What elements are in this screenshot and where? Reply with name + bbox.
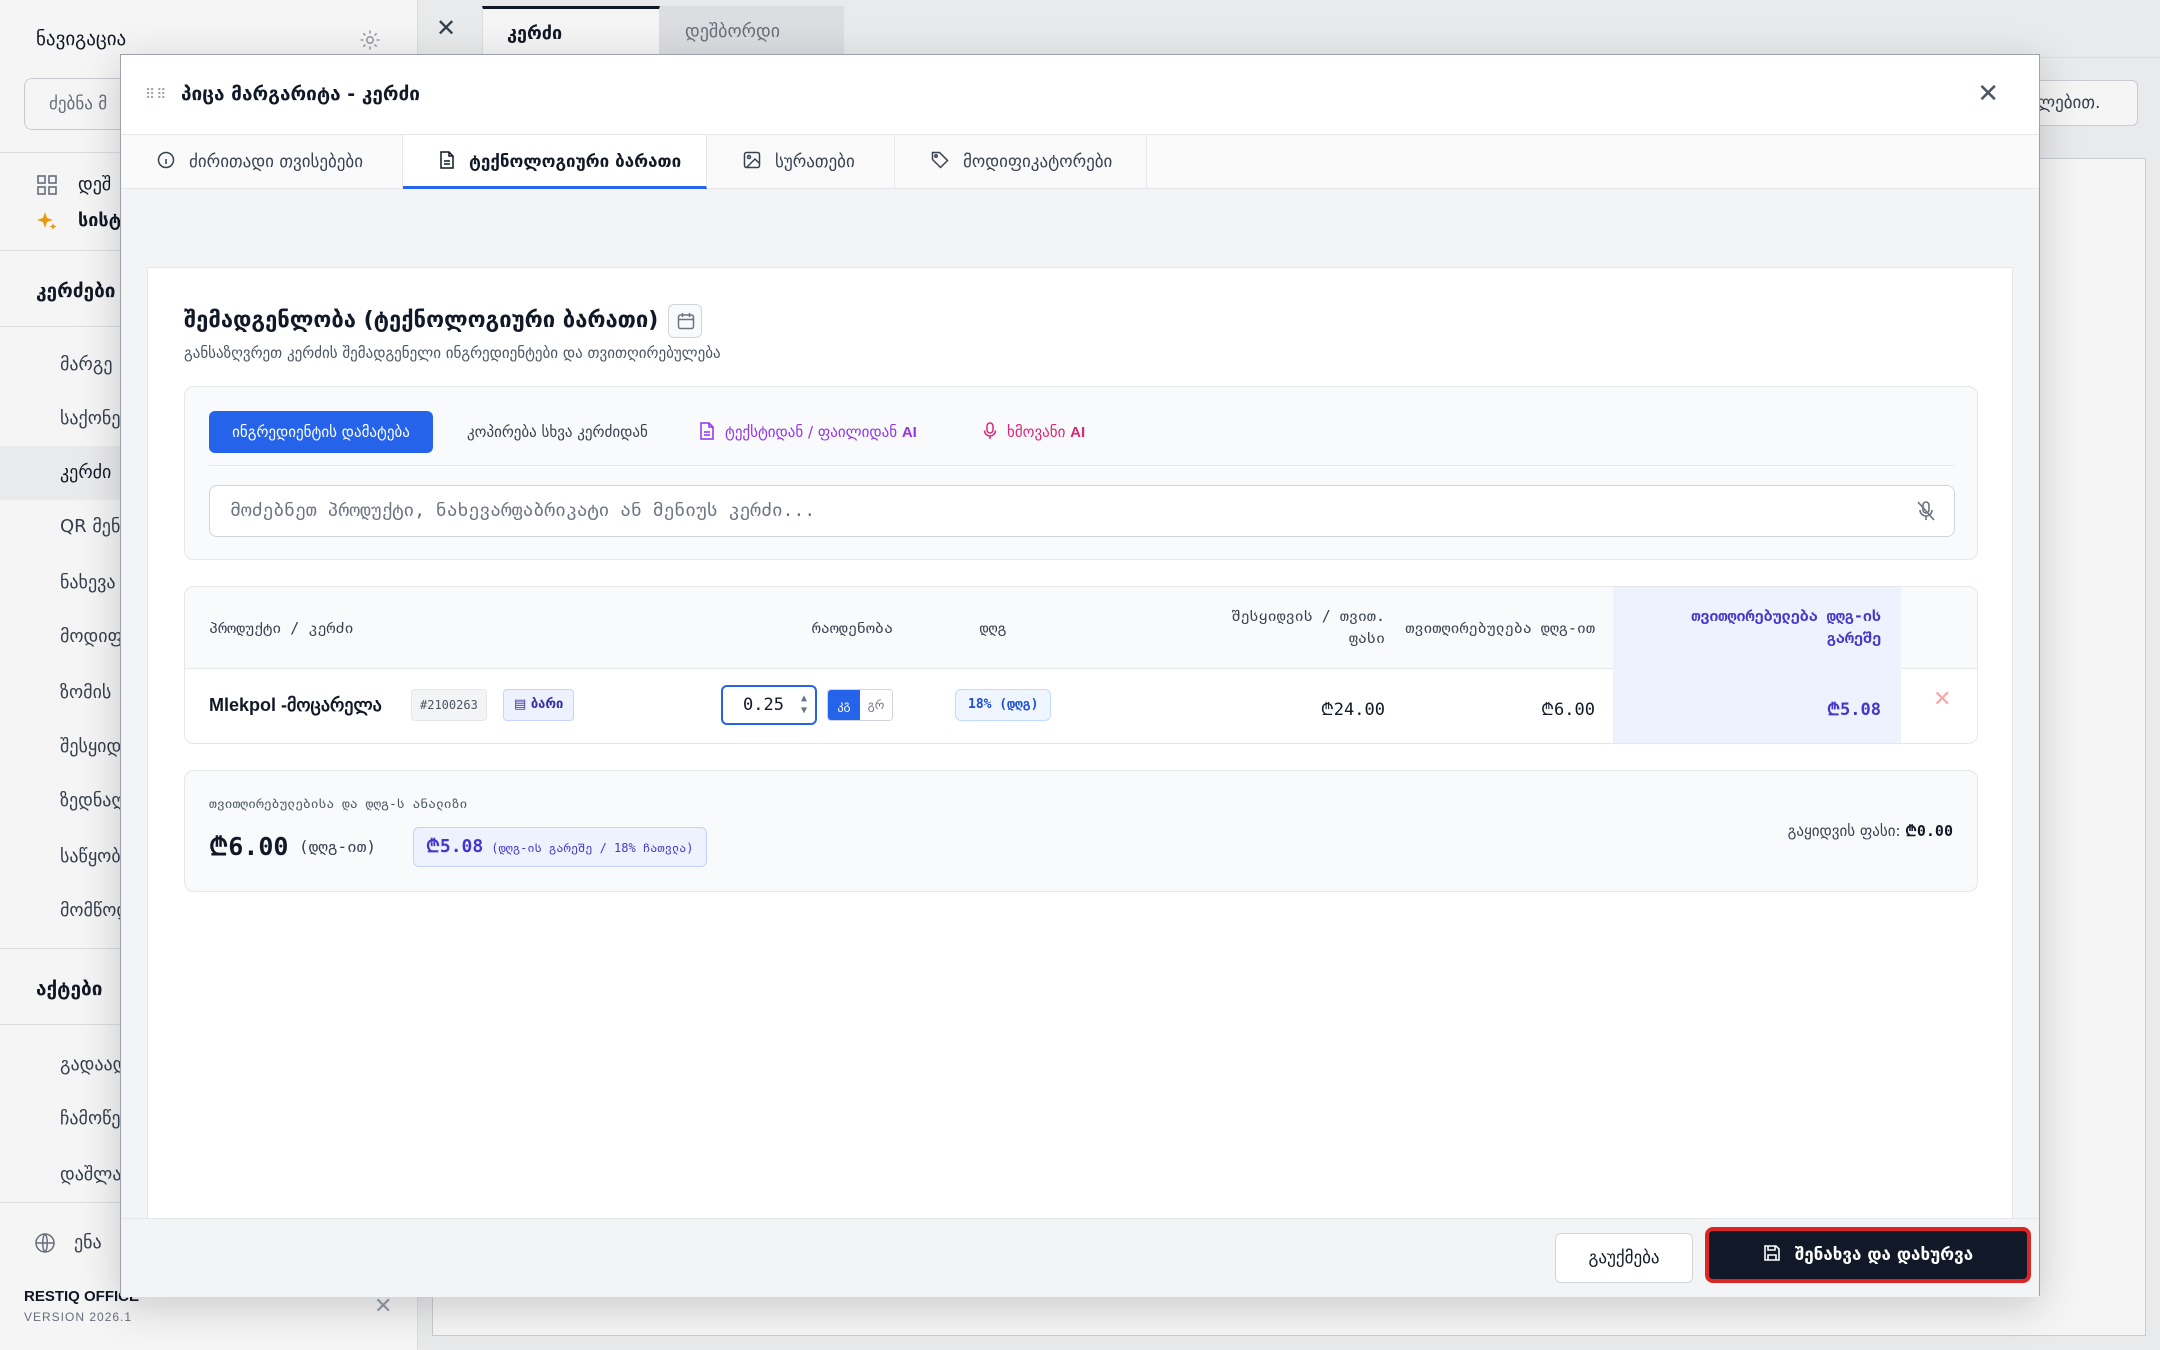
section-title: შემადგენლობა (ტექნოლოგიური ბარათი) bbox=[184, 308, 659, 333]
add-ingredient-button[interactable]: ინგრედიენტის დამატება bbox=[209, 411, 433, 453]
sale-price: გაყიდვის ფასი: ₾0.00 bbox=[1788, 821, 1953, 841]
header-line: თვითღირებულება დღგ-ის bbox=[1691, 607, 1881, 625]
modal-body: შემადგენლობა (ტექნოლოგიური ბარათი) განსა… bbox=[121, 189, 2039, 1272]
product-name: Mlekpol -მოცარელა bbox=[209, 695, 382, 715]
column-header-product: პროდუქტი / კერძი bbox=[209, 619, 354, 637]
ai-label: AI bbox=[1070, 424, 1086, 441]
unit-g-button[interactable]: გრ bbox=[860, 690, 892, 720]
total-no-vat-badge: ₾5.08 (დღგ-ის გარეშე / 18% ჩათვლა) bbox=[413, 827, 707, 867]
info-icon bbox=[157, 151, 175, 169]
drag-handle-icon[interactable]: ⠿⠿ bbox=[145, 87, 168, 103]
tech-card-panel: შემადგენლობა (ტექნოლოგიური ბარათი) განსა… bbox=[147, 267, 2013, 1247]
tab-modifiers[interactable]: მოდიფიკატორები bbox=[895, 135, 1147, 189]
cost-with-vat: ₾6.00 bbox=[1540, 700, 1595, 720]
total-with-vat: ₾6.00 bbox=[209, 832, 289, 861]
vat-badge[interactable]: 18% (დღგ) bbox=[955, 689, 1052, 721]
calendar-icon bbox=[677, 313, 695, 330]
modal-footer: გაუქმება შენახვა და დახურვა bbox=[121, 1218, 2039, 1297]
file-icon bbox=[700, 421, 714, 440]
tab-label: მოდიფიკატორები bbox=[963, 152, 1113, 172]
column-header-cost-no-vat: თვითღირებულება დღგ-ის გარეშე bbox=[1615, 605, 1881, 649]
column-header-cost-with-vat: თვითღირებულება დღგ-ით bbox=[1405, 619, 1595, 637]
tab-label: სურათები bbox=[775, 152, 855, 172]
modal-tabs: ძირითადი თვისებები ტექნოლოგიური ბარათი ს… bbox=[121, 135, 2039, 189]
tab-main-properties[interactable]: ძირითადი თვისებები bbox=[121, 135, 403, 189]
modal-header: ⠿⠿ პიცა მარგარიტა - კერძი ✕ bbox=[121, 55, 2039, 135]
cost-no-vat: ₾5.08 bbox=[1826, 700, 1881, 720]
tab-label: ძირითადი თვისებები bbox=[189, 152, 364, 172]
sale-price-label: გაყიდვის ფასი: bbox=[1787, 822, 1901, 840]
divider bbox=[209, 465, 1955, 466]
voice-ai-button[interactable]: ხმოვანი AI bbox=[983, 411, 1085, 453]
unit-kg-button[interactable]: კგ bbox=[828, 690, 860, 720]
sale-price-value: ₾0.00 bbox=[1905, 822, 1953, 840]
ingredients-table: პროდუქტი / კერძი რაოდენობა დღგ შესყიდვის… bbox=[184, 586, 1978, 744]
microphone-icon bbox=[983, 421, 997, 439]
ai-label: AI bbox=[901, 424, 917, 441]
document-icon bbox=[440, 151, 454, 169]
dish-modal: ⠿⠿ პიცა მარგარიტა - კერძი ✕ ძირითადი თვი… bbox=[120, 54, 2040, 1297]
ingredient-search-input[interactable]: მოძებნეთ პროდუქტი, ნახევარფაბრიკატი ან მ… bbox=[209, 485, 1955, 537]
microphone-off-icon[interactable] bbox=[1916, 500, 1936, 522]
section-subtitle: განსაზღვრეთ კერძის შემადგენელი ინგრედიენ… bbox=[184, 344, 721, 362]
quantity-stepper[interactable]: ▲ ▼ bbox=[801, 693, 807, 717]
tab-images[interactable]: სურათები bbox=[707, 135, 895, 189]
cost-summary: თვითღირებულებისა და დღგ-ს ანალიზი ₾6.00 … bbox=[184, 770, 1978, 892]
image-icon bbox=[743, 151, 761, 169]
tag-icon bbox=[931, 151, 949, 169]
quantity-input[interactable]: 0.25 ▲ ▼ bbox=[721, 685, 817, 725]
import-from-text-file-button[interactable]: ტექსტიდან / ფაილიდან AI bbox=[699, 411, 917, 453]
header-line: გარეშე bbox=[1826, 629, 1881, 647]
warehouse-label: ბარი bbox=[530, 697, 564, 712]
calendar-button[interactable] bbox=[668, 304, 702, 338]
purchase-price: ₾24.00 bbox=[1320, 700, 1385, 720]
column-header-vat: დღგ bbox=[979, 619, 1007, 637]
close-icon[interactable]: ✕ bbox=[1977, 79, 1999, 109]
save-icon bbox=[1764, 1245, 1780, 1261]
summary-label: თვითღირებულებისა და დღგ-ს ანალიზი bbox=[209, 797, 468, 812]
save-and-close-label: შენახვა და დახურვა bbox=[1794, 1245, 1974, 1265]
tab-label: ტექნოლოგიური ბარათი bbox=[469, 152, 682, 172]
sku-badge: #2100263 bbox=[411, 689, 487, 721]
quantity-value: 0.25 bbox=[743, 695, 784, 715]
import-label: ტექსტიდან / ფაილიდან bbox=[725, 423, 898, 441]
cancel-button[interactable]: გაუქმება bbox=[1555, 1233, 1693, 1283]
total-no-vat-note: (დღგ-ის გარეშე / 18% ჩათვლა) bbox=[491, 841, 694, 855]
search-placeholder: მოძებნეთ პროდუქტი, ნახევარფაბრიკატი ან მ… bbox=[230, 500, 816, 521]
copy-from-dish-button[interactable]: კოპირება სხვა კერძიდან bbox=[467, 411, 648, 453]
unit-toggle[interactable]: კგ გრ bbox=[827, 689, 893, 721]
total-with-vat-note: (დღგ-ით) bbox=[299, 837, 377, 856]
total-no-vat: ₾5.08 bbox=[426, 836, 484, 857]
warehouse-badge[interactable]: ▤ ბარი bbox=[503, 689, 575, 721]
column-header-quantity: რაოდენობა bbox=[811, 619, 893, 637]
tab-tech-card[interactable]: ტექნოლოგიური ბარათი bbox=[403, 135, 707, 189]
voice-label: ხმოვანი bbox=[1007, 423, 1066, 441]
save-and-close-button[interactable]: შენახვა და დახურვა bbox=[1705, 1227, 2031, 1283]
modal-title: პიცა მარგარიტა - კერძი bbox=[181, 83, 421, 105]
add-ingredient-box: ინგრედიენტის დამატება კოპირება სხვა კერძ… bbox=[184, 386, 1978, 560]
warehouse-icon: ▤ bbox=[514, 697, 531, 712]
delete-row-icon[interactable]: ✕ bbox=[1933, 687, 1951, 712]
